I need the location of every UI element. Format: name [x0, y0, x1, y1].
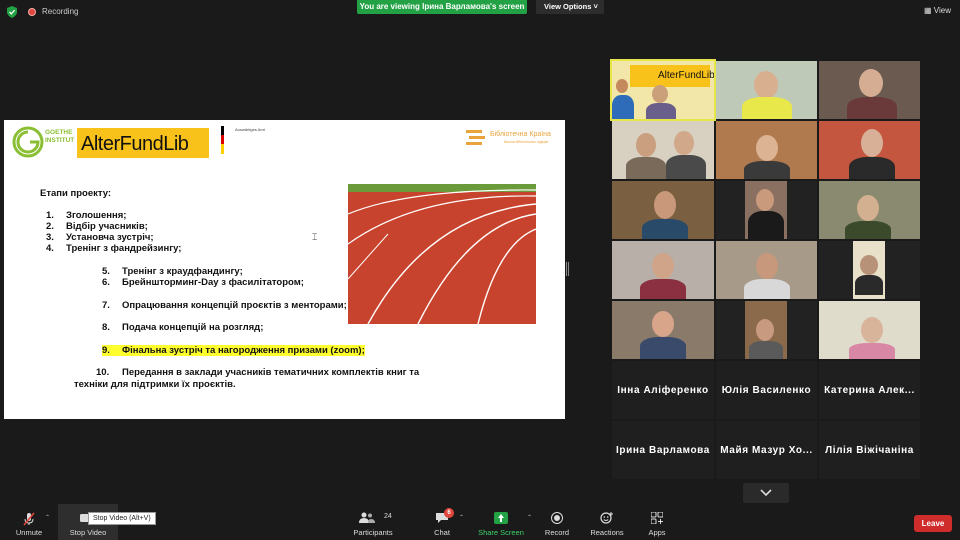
record-label: Record — [544, 528, 570, 537]
participant-video-tile[interactable] — [716, 121, 817, 179]
unmute-button[interactable]: Unmute — [8, 504, 50, 540]
view-label: View — [933, 6, 951, 15]
participants-icon — [359, 512, 375, 523]
bibliotechna-kraina-logo-icon — [466, 130, 485, 145]
participants-label: Participants — [353, 528, 393, 537]
chevron-down-icon — [760, 489, 772, 497]
smiley-plus-icon — [600, 512, 613, 524]
auswaertiges-amt-label: Auswärtiges Amt — [235, 127, 265, 132]
audio-options-caret-icon[interactable]: ⌃ — [45, 514, 50, 521]
goethe-line-2: INSTITUT — [45, 137, 75, 144]
participant-video-tile[interactable] — [716, 241, 817, 299]
grid-view-icon: ▦ — [924, 6, 934, 15]
participant-name-tile[interactable]: Ірина Варламова — [612, 421, 714, 479]
participant-video-tile[interactable] — [819, 181, 920, 239]
participant-video-tile[interactable] — [612, 121, 714, 179]
record-button[interactable]: Record — [540, 504, 574, 540]
german-flag-icon — [221, 126, 235, 154]
shared-screen-slide: GOETHE INSTITUT AlterFundLib Auswärtiges… — [4, 120, 565, 419]
apps-button[interactable]: Apps — [642, 504, 672, 540]
participant-video-tile[interactable] — [819, 301, 920, 359]
stage-item: 1. Зголошення; — [46, 210, 127, 221]
reactions-button[interactable]: Reactions — [586, 504, 628, 540]
apps-grid-icon — [651, 512, 663, 524]
participant-name: Інна Аліференко — [617, 384, 709, 396]
participant-name-tile[interactable]: Інна Аліференко — [612, 361, 714, 419]
bibliotechna-kraina-subtitle: Школа бібліотечних лідерів — [504, 140, 549, 144]
stop-video-label: Stop Video — [69, 528, 107, 537]
viewing-screen-banner: You are viewing Ірина Варламова's screen — [357, 0, 527, 14]
share-screen-arrow-icon — [494, 512, 508, 524]
participants-count: 24 — [384, 513, 392, 520]
participant-video-tile[interactable] — [819, 61, 920, 119]
stage-item: 4. Тренінг з фандрейзингу; — [46, 243, 182, 254]
participant-name-tile[interactable]: Юлія Василенко — [716, 361, 817, 419]
stage-item: 10. Передання в заклади учасників тематич… — [96, 367, 420, 378]
participant-name-tile[interactable]: Катерина Алек... — [819, 361, 920, 419]
stage-item: 7. Опрацювання концепцій проєктів з менто… — [102, 300, 347, 311]
goethe-institut-logo-icon — [12, 126, 44, 158]
goethe-line-1: GOETHE — [45, 129, 73, 136]
participant-video-tile[interactable] — [612, 301, 714, 359]
record-icon — [551, 512, 563, 524]
participant-video-tile[interactable] — [819, 121, 920, 179]
chat-label: Chat — [434, 528, 450, 537]
stage-item: 2. Відбір учасників; — [46, 221, 148, 232]
running-track-image — [348, 184, 536, 324]
stop-video-tooltip: Stop Video (Alt+V) — [88, 512, 156, 525]
alterfundlib-logo-text: AlterFundLib — [81, 133, 189, 155]
mouse-cursor-icon: ⌶ — [312, 232, 318, 242]
participant-name: Катерина Алек... — [824, 384, 915, 396]
participant-name-tile[interactable]: Лілія Віжічаніна — [819, 421, 920, 479]
reactions-label: Reactions — [590, 528, 624, 537]
recording-icon — [28, 8, 36, 16]
stage-item-continuation: техніки для підтримки їх проєктів. — [74, 379, 236, 390]
slide-heading: Етапи проекту: — [40, 188, 112, 199]
unmute-label: Unmute — [15, 528, 43, 537]
participant-video-tile[interactable] — [612, 181, 714, 239]
share-options-caret-icon[interactable]: ⌃ — [527, 514, 532, 521]
stage-item-highlighted: 9. Фінальна зустріч та нагородження приза… — [102, 345, 365, 356]
security-shield-icon[interactable] — [7, 6, 17, 18]
gallery-next-page-button[interactable] — [743, 483, 789, 503]
stage-item: 5. Тренінг з краудфандингу; — [102, 266, 243, 277]
view-options-button[interactable]: View Options ˅ — [536, 0, 604, 14]
stage-item: 8. Подача концепцій на розгляд; — [102, 322, 264, 333]
participant-name-tile[interactable]: Майя Мазур Хо... — [716, 421, 817, 479]
recording-label: Recording — [42, 7, 79, 16]
participant-video-tile[interactable] — [716, 181, 817, 239]
participant-video-tile[interactable] — [716, 61, 817, 119]
participants-button[interactable]: 24 Participants — [350, 504, 396, 540]
participant-video-tile[interactable] — [716, 301, 817, 359]
participant-name: Лілія Віжічаніна — [825, 444, 914, 456]
meeting-topbar: Recording You are viewing Ірина Варламов… — [0, 0, 960, 24]
participant-name: Майя Мазур Хо... — [720, 444, 813, 456]
apps-label: Apps — [648, 528, 666, 537]
bibliotechna-kraina-title: Бібліотечна Країна — [490, 131, 551, 138]
stage-item: 6. Брейншторминг-Day з фасилітатором; — [102, 277, 304, 288]
participant-video-tile[interactable] — [612, 241, 714, 299]
participant-name: Юлія Василенко — [721, 384, 812, 396]
leave-meeting-button[interactable]: Leave — [914, 515, 952, 532]
share-screen-button[interactable]: Share Screen — [476, 504, 526, 540]
participant-video-tile[interactable] — [819, 241, 920, 299]
view-button[interactable]: ▦ View — [918, 2, 958, 20]
participant-name: Ірина Варламова — [616, 444, 710, 456]
share-screen-label: Share Screen — [478, 528, 524, 537]
chat-unread-badge: 6 — [444, 508, 454, 518]
microphone-muted-icon — [23, 512, 35, 526]
chat-options-caret-icon[interactable]: ⌃ — [459, 514, 464, 521]
chat-button[interactable]: 6 Chat — [424, 504, 460, 540]
thumb-alterfundlib-text: AlterFundLib — [658, 70, 714, 81]
participant-video-tile-active[interactable]: AlterFundLib — [610, 59, 716, 121]
stage-item: 3. Установча зустріч; — [46, 232, 154, 243]
goethe-institut-text: GOETHE INSTITUT — [45, 129, 74, 145]
split-resize-handle[interactable] — [566, 262, 569, 276]
